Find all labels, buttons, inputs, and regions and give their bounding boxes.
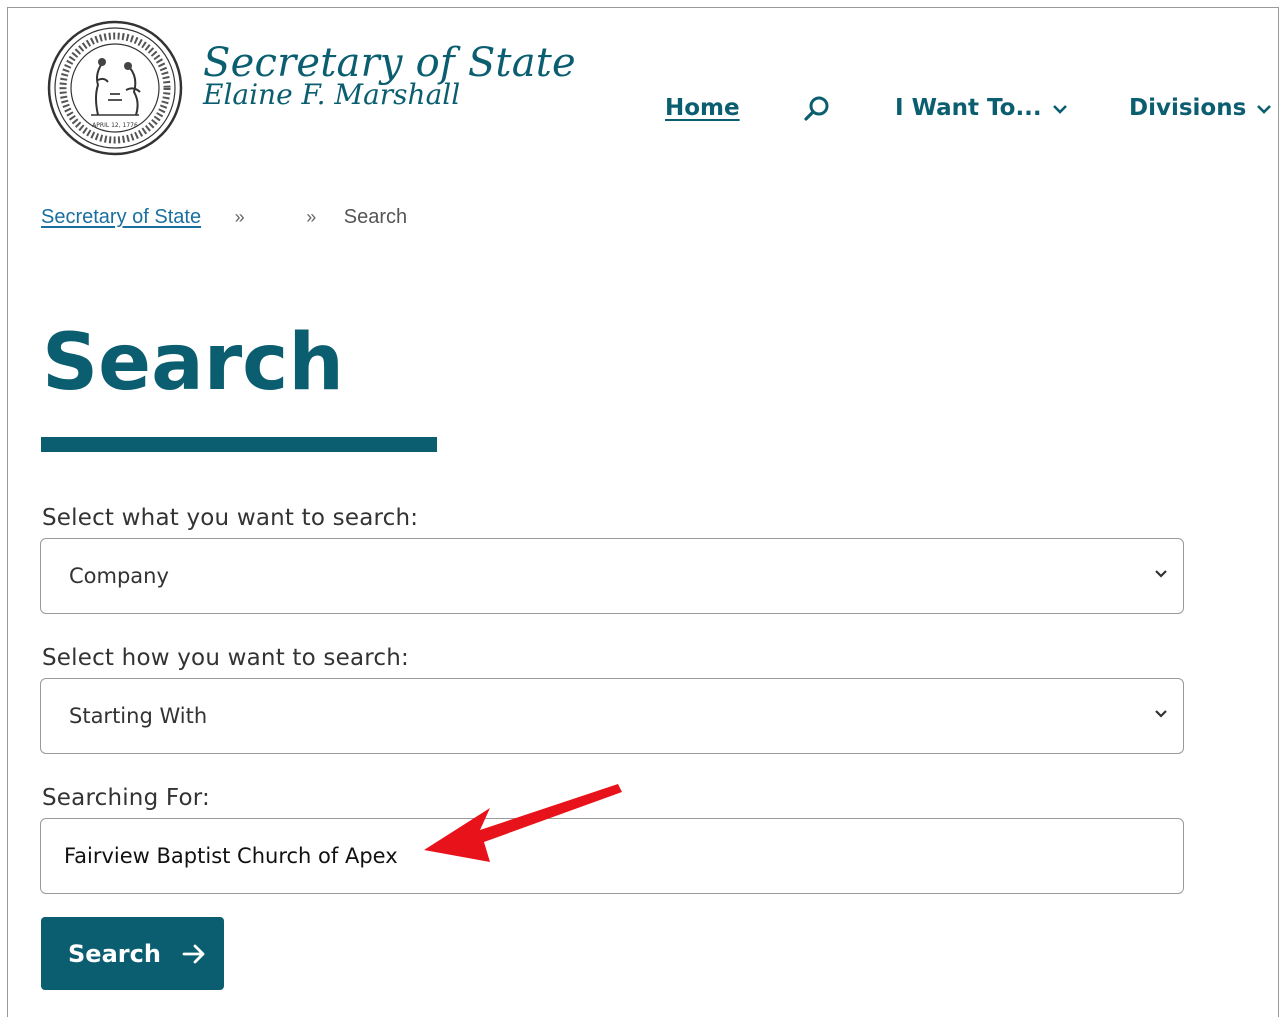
nav-home-link[interactable]: Home [665,95,740,121]
breadcrumb: Secretary of State » » Search [41,206,407,229]
nav-i-want-to-menu[interactable]: I Want To... [895,95,1068,121]
breadcrumb-separator: » [306,207,317,227]
nav-divisions-menu[interactable]: Divisions [1129,95,1272,121]
nav-divisions-label: Divisions [1129,95,1247,121]
breadcrumb-separator: » [234,207,245,227]
search-icon[interactable] [802,94,832,124]
chevron-down-icon [1155,710,1167,718]
searching-for-label: Searching For: [42,785,210,811]
search-type-label: Select what you want to search: [42,505,419,531]
chevron-down-icon [1155,570,1167,578]
arrow-right-icon [182,944,205,963]
breadcrumb-current: Search [343,206,408,228]
search-type-select[interactable]: Company [40,538,1184,614]
annotation-arrow-icon [424,784,622,862]
brand-block[interactable]: Secretary of State Elaine F. Marshall [203,40,576,110]
title-underline-bar [41,437,437,452]
search-submit-label: Search [68,939,161,968]
page-title: Search [42,318,344,408]
svg-text:APRIL 12, 1776: APRIL 12, 1776 [92,122,138,129]
nav-i-want-to-label: I Want To... [895,95,1042,121]
search-method-select[interactable]: Starting With [40,678,1184,754]
search-method-selected-value: Starting With [69,704,208,728]
chevron-down-icon [1257,104,1272,114]
search-method-label: Select how you want to search: [42,645,409,671]
search-type-selected-value: Company [69,564,169,588]
chevron-down-icon [1052,104,1067,114]
breadcrumb-link-secretary-of-state[interactable]: Secretary of State [41,206,201,228]
search-submit-button[interactable]: Search [41,917,224,990]
state-seal-logo[interactable]: APRIL 12, 1776 [46,20,184,156]
